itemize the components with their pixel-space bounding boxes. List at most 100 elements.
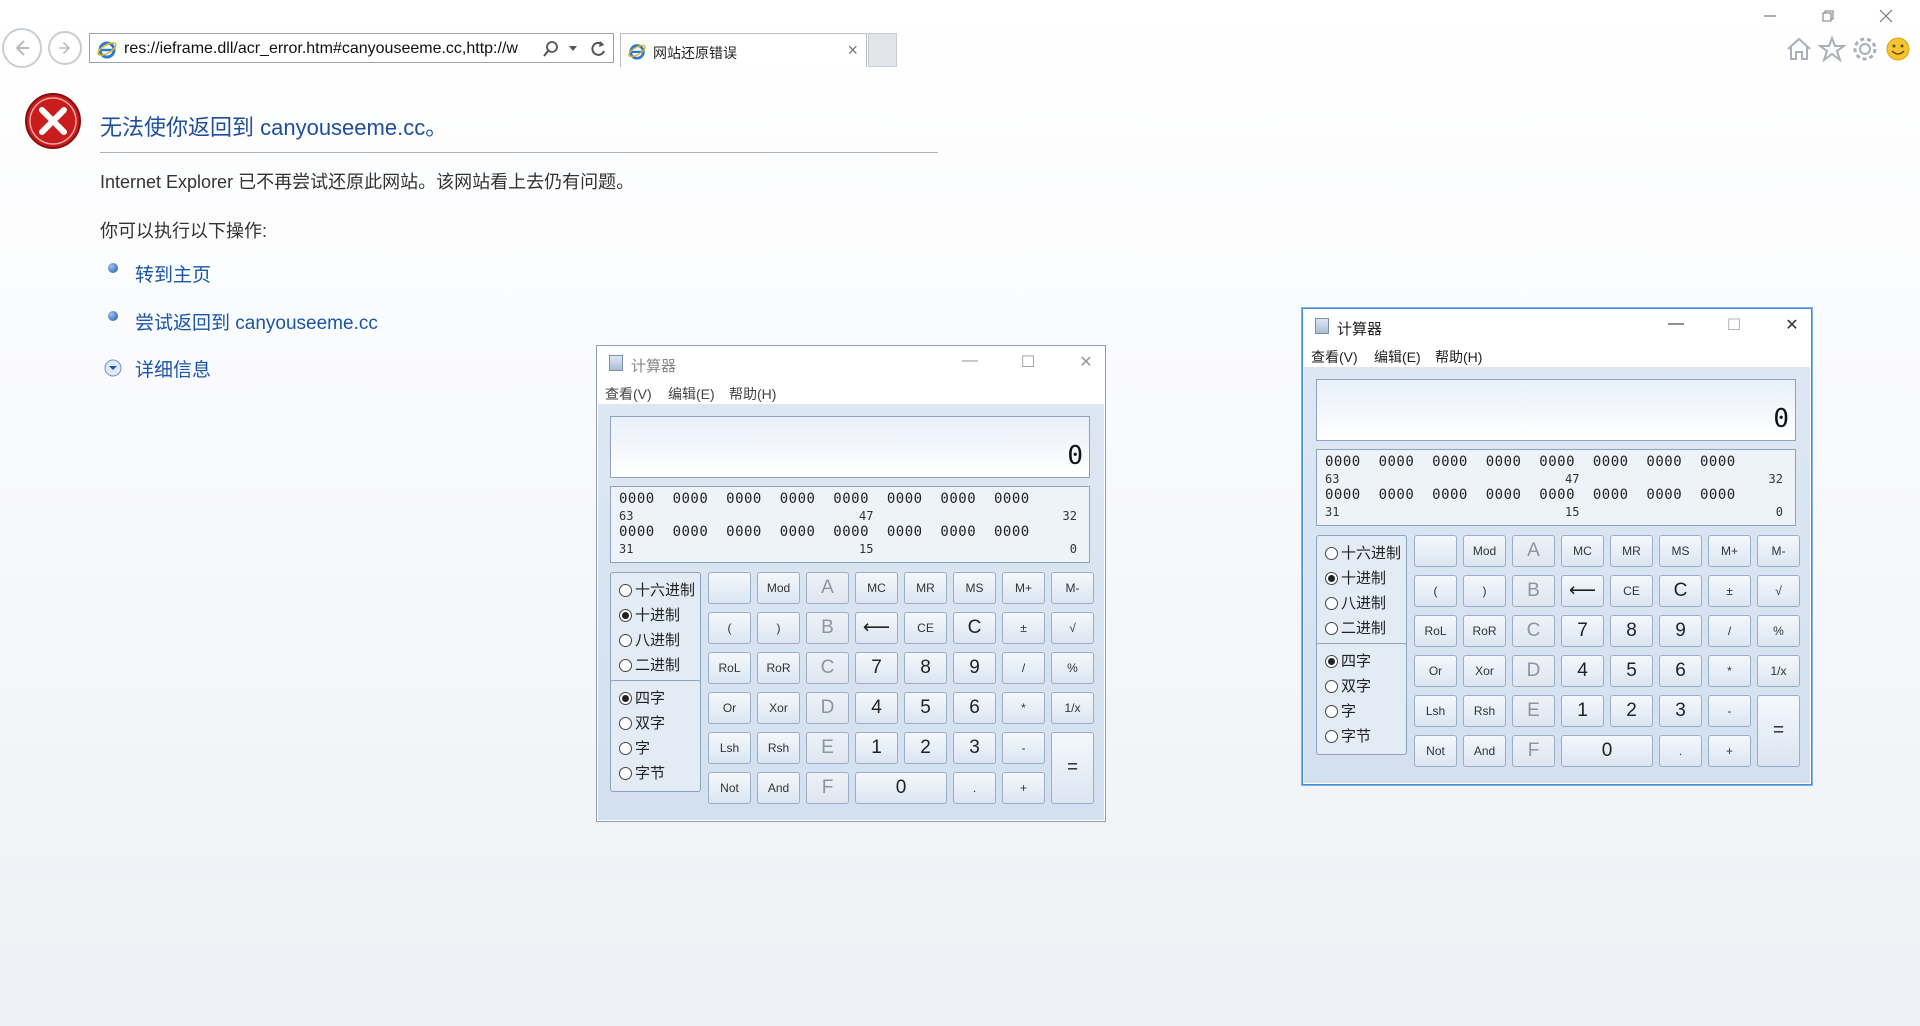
key-⟵[interactable]: ⟵ <box>855 612 898 644</box>
key-C[interactable]: C <box>1659 575 1702 607</box>
new-tab-button[interactable] <box>868 33 897 67</box>
radio-option[interactable]: 八进制 <box>619 629 680 650</box>
menu-view[interactable]: 查看(V) <box>1311 347 1358 367</box>
key-E[interactable]: E <box>806 732 849 764</box>
title-bar[interactable]: 计算器 — ☐ ✕ <box>1303 309 1811 343</box>
key-MS[interactable]: MS <box>1659 535 1702 567</box>
key-Mod[interactable]: Mod <box>1463 535 1506 567</box>
key-RoL[interactable]: RoL <box>1414 615 1457 647</box>
minimize-button[interactable]: — <box>955 352 985 370</box>
key-And[interactable]: And <box>757 772 800 804</box>
radio-option[interactable]: 字 <box>619 737 650 758</box>
tab-error[interactable]: 网站还原错误 × <box>620 33 867 67</box>
close-icon[interactable] <box>1878 8 1894 24</box>
key--[interactable]: - <box>1708 695 1751 727</box>
dropdown-icon[interactable] <box>568 45 578 53</box>
key-equals[interactable]: = <box>1757 695 1800 767</box>
key-0[interactable]: 0 <box>855 772 947 804</box>
key-2[interactable]: 2 <box>904 732 947 764</box>
key-5[interactable]: 5 <box>904 692 947 724</box>
settings-gear-icon[interactable] <box>1852 36 1878 62</box>
radio-option[interactable]: 双字 <box>1325 675 1371 696</box>
radio-option[interactable]: 二进制 <box>619 654 680 675</box>
key-⟵[interactable]: ⟵ <box>1561 575 1604 607</box>
key-/[interactable]: / <box>1002 652 1045 684</box>
feedback-smiley-icon[interactable] <box>1885 36 1911 62</box>
key-blank[interactable] <box>708 572 751 604</box>
radio-option[interactable]: 十进制 <box>1325 567 1386 588</box>
key-8[interactable]: 8 <box>1610 615 1653 647</box>
key-Rsh[interactable]: Rsh <box>1463 695 1506 727</box>
key-MC[interactable]: MC <box>1561 535 1604 567</box>
key-*[interactable]: * <box>1708 655 1751 687</box>
key-M-[interactable]: M- <box>1757 535 1800 567</box>
key-)[interactable]: ) <box>757 612 800 644</box>
key-CE[interactable]: CE <box>1610 575 1653 607</box>
radio-option[interactable]: 字节 <box>619 762 665 783</box>
key-1[interactable]: 1 <box>1561 695 1604 727</box>
key-C[interactable]: C <box>1512 615 1555 647</box>
menu-help[interactable]: 帮助(H) <box>729 384 776 404</box>
key-Or[interactable]: Or <box>708 692 751 724</box>
address-text[interactable]: res://ieframe.dll/acr_error.htm#canyouse… <box>124 40 518 58</box>
menu-view[interactable]: 查看(V) <box>605 384 652 404</box>
key-F[interactable]: F <box>1512 735 1555 767</box>
key-F[interactable]: F <box>806 772 849 804</box>
key-+[interactable]: + <box>1708 735 1751 767</box>
key-5[interactable]: 5 <box>1610 655 1653 687</box>
key-±[interactable]: ± <box>1708 575 1751 607</box>
minimize-icon[interactable] <box>1762 8 1778 24</box>
radio-option[interactable]: 十六进制 <box>1325 542 1401 563</box>
key-9[interactable]: 9 <box>953 652 996 684</box>
address-bar[interactable]: res://ieframe.dll/acr_error.htm#canyouse… <box>89 33 614 63</box>
key-MS[interactable]: MS <box>953 572 996 604</box>
go-home-link[interactable]: 转到主页 <box>135 260 211 287</box>
key-Rsh[interactable]: Rsh <box>757 732 800 764</box>
refresh-icon[interactable] <box>588 39 608 59</box>
maximize-button[interactable]: ☐ <box>1013 352 1043 372</box>
key-9[interactable]: 9 <box>1659 615 1702 647</box>
title-bar[interactable]: 计算器 — ☐ ✕ <box>597 346 1105 380</box>
key-Xor[interactable]: Xor <box>1463 655 1506 687</box>
key-B[interactable]: B <box>806 612 849 644</box>
key-MR[interactable]: MR <box>1610 535 1653 567</box>
key-7[interactable]: 7 <box>855 652 898 684</box>
key-B[interactable]: B <box>1512 575 1555 607</box>
key-4[interactable]: 4 <box>1561 655 1604 687</box>
restore-icon[interactable] <box>1820 8 1836 24</box>
key-Not[interactable]: Not <box>708 772 751 804</box>
key-C[interactable]: C <box>806 652 849 684</box>
key-RoL[interactable]: RoL <box>708 652 751 684</box>
key-M+[interactable]: M+ <box>1708 535 1751 567</box>
key-RoR[interactable]: RoR <box>1463 615 1506 647</box>
radio-option[interactable]: 四字 <box>619 687 665 708</box>
favorites-star-icon[interactable] <box>1818 36 1846 62</box>
key-)[interactable]: ) <box>1463 575 1506 607</box>
key-M-[interactable]: M- <box>1051 572 1094 604</box>
forward-button[interactable] <box>48 31 82 65</box>
close-button[interactable]: ✕ <box>1071 352 1101 372</box>
key-M+[interactable]: M+ <box>1002 572 1045 604</box>
key-([interactable]: ( <box>1414 575 1457 607</box>
radio-option[interactable]: 十六进制 <box>619 579 695 600</box>
key-0[interactable]: 0 <box>1561 735 1653 767</box>
key-*[interactable]: * <box>1002 692 1045 724</box>
retry-link[interactable]: 尝试返回到 canyouseeme.cc <box>135 308 378 335</box>
calculator-window-inactive[interactable]: 计算器 — ☐ ✕ 查看(V) 编辑(E) 帮助(H) 0 0000 0000 0… <box>596 345 1106 822</box>
radio-option[interactable]: 十进制 <box>619 604 680 625</box>
calculator-window-active[interactable]: 计算器 — ☐ ✕ 查看(V) 编辑(E) 帮助(H) 0 0000 0000 0… <box>1302 308 1812 785</box>
key-3[interactable]: 3 <box>1659 695 1702 727</box>
key-%[interactable]: % <box>1757 615 1800 647</box>
key-3[interactable]: 3 <box>953 732 996 764</box>
key-CE[interactable]: CE <box>904 612 947 644</box>
key-+[interactable]: + <box>1002 772 1045 804</box>
menu-edit[interactable]: 编辑(E) <box>668 384 715 404</box>
radio-option[interactable]: 四字 <box>1325 650 1371 671</box>
key-Lsh[interactable]: Lsh <box>1414 695 1457 727</box>
key-Xor[interactable]: Xor <box>757 692 800 724</box>
key-2[interactable]: 2 <box>1610 695 1653 727</box>
key-A[interactable]: A <box>1512 535 1555 567</box>
radio-option[interactable]: 字 <box>1325 700 1356 721</box>
key-1/x[interactable]: 1/x <box>1757 655 1800 687</box>
key-C[interactable]: C <box>953 612 996 644</box>
